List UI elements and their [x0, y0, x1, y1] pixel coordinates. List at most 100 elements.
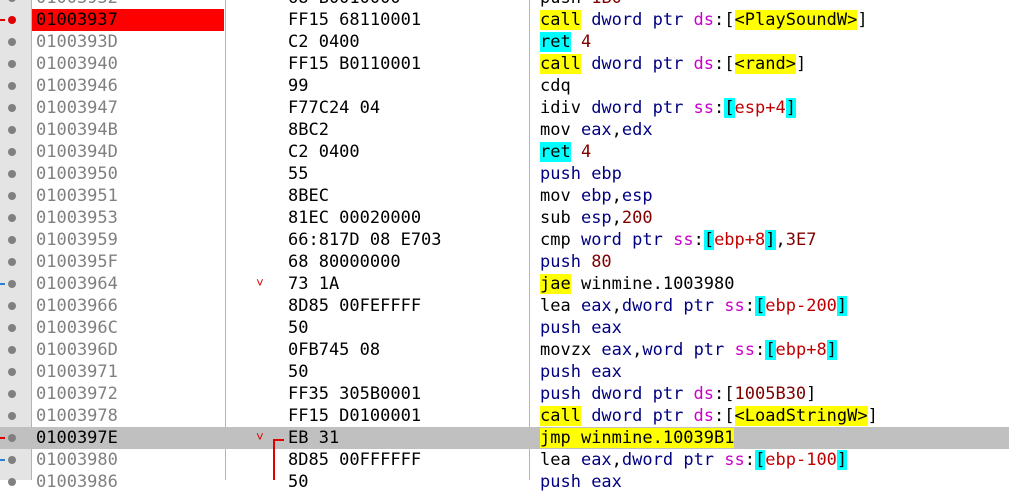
breakpoint-toggle-icon[interactable]: [8, 60, 16, 68]
instruction-cell[interactable]: sub esp,200: [540, 207, 1009, 229]
disassembly-row[interactable]: 01003937 FF15 68110001 call dword ptr ds:[…: [0, 9, 1009, 31]
instruction-cell[interactable]: lea eax,dword ptr ss:[ebp-100]: [540, 449, 1009, 471]
address-cell[interactable]: 01003947: [32, 97, 224, 119]
address-cell[interactable]: 0100397E: [32, 427, 224, 449]
breakpoint-toggle-icon[interactable]: [8, 390, 16, 398]
disassembly-row[interactable]: 01003946 99 cdq: [0, 75, 1009, 97]
address-cell[interactable]: 0100396C: [32, 317, 224, 339]
bytes-cell[interactable]: 8BC2: [288, 119, 526, 141]
address-cell[interactable]: 01003946: [32, 75, 224, 97]
disassembly-row[interactable]: 01003959 66:817D 08 E703 cmp word ptr ss:[…: [0, 229, 1009, 251]
disassembly-row[interactable]: 0100396D 0FB745 08 movzx eax,word ptr ss:[…: [0, 339, 1009, 361]
disassembly-row[interactable]: 01003947 F77C24 04 idiv dword ptr ss:[esp+…: [0, 97, 1009, 119]
instruction-cell[interactable]: idiv dword ptr ss:[esp+4]: [540, 97, 1009, 119]
instruction-cell[interactable]: mov eax,edx: [540, 119, 1009, 141]
disassembly-row[interactable]: 01003972 FF35 305B0001 push dword ptr ds:[…: [0, 383, 1009, 405]
disassembly-row[interactable]: 01003940 FF15 B0110001 call dword ptr ds:[…: [0, 53, 1009, 75]
instruction-cell[interactable]: cdq: [540, 75, 1009, 97]
breakpoint-toggle-icon[interactable]: [8, 192, 16, 200]
disassembly-row[interactable]: 0100393D C2 0400 ret 4: [0, 31, 1009, 53]
disassembly-row[interactable]: 01003950 55 push ebp: [0, 163, 1009, 185]
bytes-cell[interactable]: FF15 68110001: [288, 9, 526, 31]
breakpoint-toggle-icon[interactable]: [8, 478, 16, 486]
bytes-cell[interactable]: 55: [288, 163, 526, 185]
instruction-cell[interactable]: push ebp: [540, 163, 1009, 185]
bytes-cell[interactable]: 0FB745 08: [288, 339, 526, 361]
breakpoint-toggle-icon[interactable]: [8, 434, 16, 442]
breakpoint-toggle-icon[interactable]: [8, 148, 16, 156]
address-cell[interactable]: 01003966: [32, 295, 224, 317]
breakpoint-toggle-icon[interactable]: [8, 258, 16, 266]
disassembly-row[interactable]: 01003953 81EC 00020000 sub esp,200: [0, 207, 1009, 229]
disassembly-row[interactable]: 01003980 8D85 00FFFFFF lea eax,dword ptr s…: [0, 449, 1009, 471]
disassembly-row[interactable]: 01003966 8D85 00FEFFFF lea eax,dword ptr s…: [0, 295, 1009, 317]
address-cell[interactable]: 01003932: [32, 0, 224, 9]
instruction-cell[interactable]: push 1B0: [540, 0, 1009, 9]
disassembly-view[interactable]: 01003932 68 B0010000 push 1B0 01003937 FF15 …: [0, 0, 1009, 492]
address-cell[interactable]: 0100395F: [32, 251, 224, 273]
breakpoint-toggle-icon[interactable]: [8, 0, 16, 2]
breakpoint-toggle-icon[interactable]: [8, 104, 16, 112]
disassembly-row[interactable]: 0100396C 50 push eax: [0, 317, 1009, 339]
instruction-cell[interactable]: push dword ptr ds:[1005B30]: [540, 383, 1009, 405]
bytes-cell[interactable]: EB 31: [288, 427, 526, 449]
instruction-cell[interactable]: jmp winmine.10039B1: [540, 427, 1009, 449]
bytes-cell[interactable]: 68 80000000: [288, 251, 526, 273]
disassembly-row[interactable]: 01003932 68 B0010000 push 1B0: [0, 0, 1009, 9]
address-cell[interactable]: 01003950: [32, 163, 224, 185]
address-cell[interactable]: 01003951: [32, 185, 224, 207]
instruction-cell[interactable]: push 80: [540, 251, 1009, 273]
bytes-cell[interactable]: 73 1A: [288, 273, 526, 295]
address-cell[interactable]: 01003940: [32, 53, 224, 75]
address-cell[interactable]: 0100394D: [32, 141, 224, 163]
address-cell[interactable]: 01003964: [32, 273, 224, 295]
disassembly-row[interactable]: 01003951 8BEC mov ebp,esp: [0, 185, 1009, 207]
disassembly-row[interactable]: 0100397E ˅ EB 31 jmp winmine.10039B1: [0, 427, 1009, 449]
address-cell[interactable]: 0100394B: [32, 119, 224, 141]
breakpoint-toggle-icon[interactable]: [8, 302, 16, 310]
breakpoint-toggle-icon[interactable]: [8, 170, 16, 178]
instruction-cell[interactable]: ret 4: [540, 31, 1009, 53]
instruction-cell[interactable]: push eax: [540, 471, 1009, 493]
disassembly-row[interactable]: 01003986 50 push eax: [0, 471, 1009, 493]
breakpoint-toggle-icon[interactable]: [8, 412, 16, 420]
disassembly-row[interactable]: 01003978 FF15 D0100001 call dword ptr ds:[…: [0, 405, 1009, 427]
bytes-cell[interactable]: 66:817D 08 E703: [288, 229, 526, 251]
breakpoint-toggle-icon[interactable]: [8, 456, 16, 464]
address-cell[interactable]: 01003953: [32, 207, 224, 229]
bytes-cell[interactable]: 50: [288, 471, 526, 493]
address-cell[interactable]: 01003937: [32, 9, 224, 31]
instruction-cell[interactable]: ret 4: [540, 141, 1009, 163]
disassembly-row[interactable]: 0100394B 8BC2 mov eax,edx: [0, 119, 1009, 141]
disassembly-row[interactable]: 01003971 50 push eax: [0, 361, 1009, 383]
address-cell[interactable]: 01003986: [32, 471, 224, 493]
breakpoint-toggle-icon[interactable]: [8, 126, 16, 134]
instruction-cell[interactable]: call dword ptr ds:[<rand>]: [540, 53, 1009, 75]
breakpoint-toggle-icon[interactable]: [8, 346, 16, 354]
instruction-cell[interactable]: cmp word ptr ss:[ebp+8],3E7: [540, 229, 1009, 251]
bytes-cell[interactable]: 50: [288, 317, 526, 339]
instruction-cell[interactable]: call dword ptr ds:[<PlaySoundW>]: [540, 9, 1009, 31]
instruction-cell[interactable]: push eax: [540, 317, 1009, 339]
bytes-cell[interactable]: 8D85 00FEFFFF: [288, 295, 526, 317]
bytes-cell[interactable]: FF15 D0100001: [288, 405, 526, 427]
breakpoint-toggle-icon[interactable]: [8, 368, 16, 376]
address-cell[interactable]: 0100396D: [32, 339, 224, 361]
instruction-cell[interactable]: jae winmine.1003980: [540, 273, 1009, 295]
instruction-cell[interactable]: lea eax,dword ptr ss:[ebp-200]: [540, 295, 1009, 317]
disassembly-row[interactable]: 0100395F 68 80000000 push 80: [0, 251, 1009, 273]
disassembly-row[interactable]: 01003964 ˅ 73 1A jae winmine.1003980: [0, 273, 1009, 295]
bytes-cell[interactable]: F77C24 04: [288, 97, 526, 119]
instruction-cell[interactable]: push eax: [540, 361, 1009, 383]
breakpoint-toggle-icon[interactable]: [8, 82, 16, 90]
bytes-cell[interactable]: FF35 305B0001: [288, 383, 526, 405]
breakpoint-icon[interactable]: [8, 16, 16, 24]
breakpoint-toggle-icon[interactable]: [8, 280, 16, 288]
address-cell[interactable]: 01003980: [32, 449, 224, 471]
bytes-cell[interactable]: 50: [288, 361, 526, 383]
bytes-cell[interactable]: 8BEC: [288, 185, 526, 207]
disassembly-row[interactable]: 0100394D C2 0400 ret 4: [0, 141, 1009, 163]
bytes-cell[interactable]: C2 0400: [288, 31, 526, 53]
bytes-cell[interactable]: 8D85 00FFFFFF: [288, 449, 526, 471]
bytes-cell[interactable]: 81EC 00020000: [288, 207, 526, 229]
